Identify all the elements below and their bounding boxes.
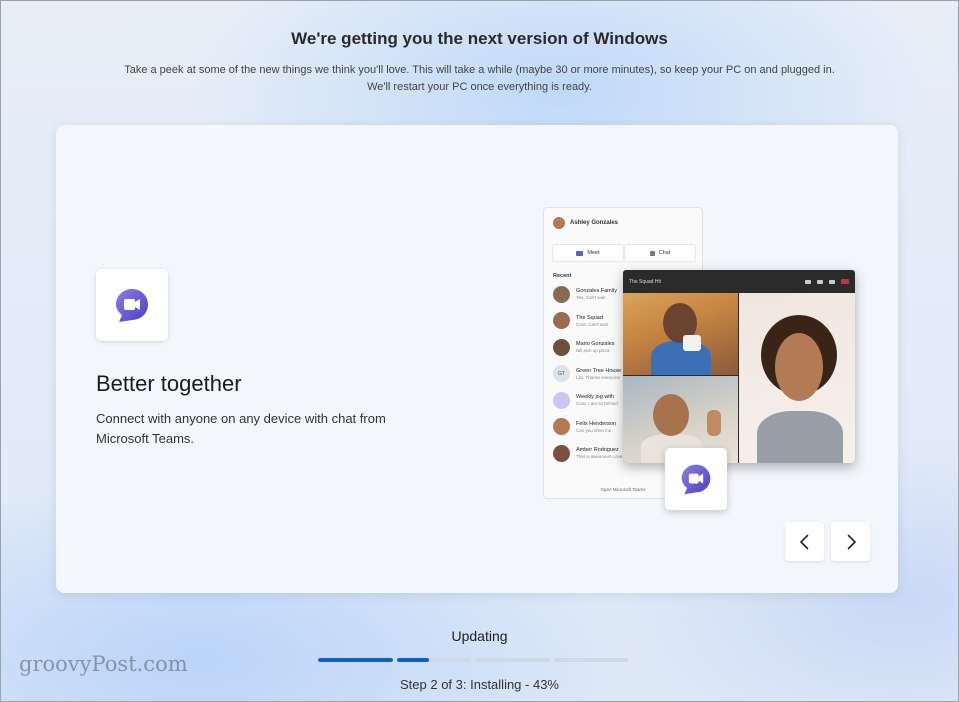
status-label: Updating (451, 628, 508, 644)
contact-snippet: will pick up pizza (576, 348, 610, 353)
contact-name: Weekly jog with (576, 394, 615, 400)
chat-label: Chat (658, 250, 671, 256)
chat-button: Chat (624, 244, 696, 262)
video-tile-participant-1 (623, 293, 738, 375)
avatar: GT (553, 365, 570, 382)
chat-header: Ashley Gonzales (553, 217, 618, 229)
progress-segment (553, 658, 628, 662)
step-progress-text: Step 2 of 3: Installing - 43% (400, 677, 559, 692)
meet-button: Meet (552, 244, 624, 262)
contact-snippet: That is awesome! Love it (576, 454, 626, 459)
progress-segment (396, 658, 471, 662)
camera-icon (817, 279, 823, 284)
teams-chat-icon (116, 289, 148, 322)
contact-name: Green Tree House (576, 367, 622, 374)
hang-up-icon (841, 279, 849, 284)
avatar (553, 312, 570, 329)
video-icon (576, 250, 584, 256)
people-icon (805, 279, 811, 284)
recent-label: Recent (553, 273, 572, 279)
avatar (553, 285, 570, 303)
teams-chat-icon (681, 464, 711, 495)
call-title: The Squad Hit (629, 278, 661, 285)
teams-app-tile (96, 269, 168, 341)
watermark-logo: groovyPost.com (19, 652, 188, 676)
contact-name: Mario Gonzales (576, 341, 615, 347)
avatar (553, 217, 565, 229)
page-subtitle: Take a peek at some of the new things we… (124, 64, 835, 93)
contact-snippet: Yes, Can't wait (576, 295, 606, 300)
progress-segment (318, 658, 393, 662)
next-button[interactable] (831, 522, 870, 561)
chevron-left-icon (799, 533, 809, 550)
previous-button[interactable] (785, 522, 824, 561)
page-title: We're getting you the next version of Wi… (291, 29, 668, 48)
contact-snippet: Lilo: Thanks everyone (576, 374, 620, 380)
progress-segment (475, 658, 550, 662)
contact-name: Felix Henderson (576, 420, 617, 427)
contact-snippet: Cora: I am so behind (576, 401, 618, 406)
contact-name: Amber Rodriguez (576, 447, 619, 453)
contact-name: The Squad (576, 314, 603, 321)
avatar (553, 418, 570, 435)
compose-icon (649, 250, 655, 256)
teams-floating-tile (665, 448, 727, 510)
progress-bar (318, 658, 628, 662)
chat-user-name: Ashley Gonzales (570, 220, 619, 226)
avatar (553, 338, 570, 356)
call-title-bar: The Squad Hit (623, 270, 855, 293)
avatar (553, 391, 570, 409)
avatar (553, 444, 570, 462)
feature-heading: Better together (96, 371, 242, 396)
mic-icon (829, 279, 835, 284)
chevron-right-icon (846, 533, 856, 550)
contact-name: Gonzales Family (576, 288, 617, 294)
feature-description: Connect with anyone on any device with c… (96, 411, 386, 446)
video-tile-participant-3 (739, 293, 855, 463)
contact-snippet: Can you drive me (576, 427, 612, 433)
contact-snippet: Cora: Can't wait (576, 321, 608, 327)
video-call-window: The Squad Hit (623, 270, 855, 463)
feature-card: Better together Connect with anyone on a… (56, 125, 898, 593)
meet-label: Meet (587, 250, 600, 256)
